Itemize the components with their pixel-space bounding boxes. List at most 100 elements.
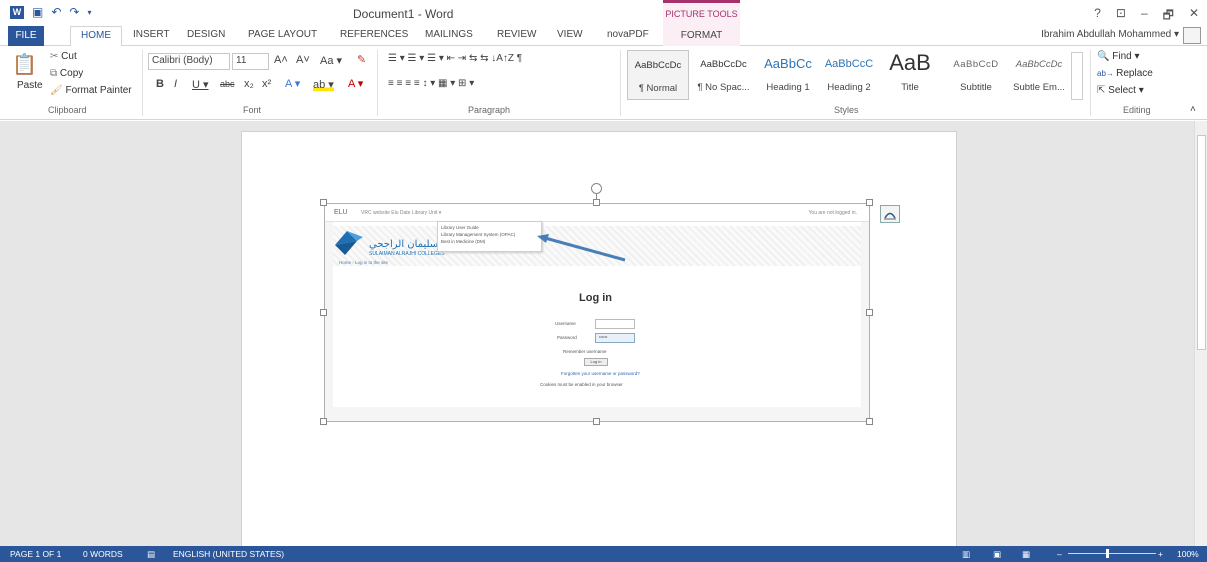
style-name: Title bbox=[901, 82, 919, 93]
style-sample: AaB bbox=[889, 50, 931, 75]
restore-icon[interactable]: 🗗 bbox=[1163, 6, 1174, 27]
style-sample: AaBbCcDc bbox=[1015, 59, 1063, 70]
scroll-thumb[interactable] bbox=[1197, 135, 1206, 350]
strikethrough-button[interactable]: abc bbox=[220, 79, 235, 89]
resize-handle[interactable] bbox=[866, 309, 873, 316]
forgot-password-link: Forgotten your username or password? bbox=[561, 371, 640, 376]
tab-novapdf[interactable]: novaPDF bbox=[607, 29, 649, 40]
redo-icon[interactable]: ↷ bbox=[69, 5, 79, 19]
page-count[interactable]: PAGE 1 OF 1 bbox=[10, 549, 61, 559]
rotate-handle-icon[interactable] bbox=[591, 183, 602, 194]
zoom-in-icon[interactable]: + bbox=[1158, 549, 1163, 559]
style-no-spacing[interactable]: AaBbCcDc ¶ No Spac... bbox=[692, 50, 755, 100]
layout-options-icon[interactable] bbox=[880, 205, 900, 223]
style-title[interactable]: AaB Title bbox=[880, 50, 940, 100]
select-label: Select ▾ bbox=[1108, 85, 1144, 96]
zoom-level[interactable]: 100% bbox=[1177, 549, 1199, 559]
font-size-dropdown[interactable]: 11 bbox=[232, 53, 269, 70]
tab-review[interactable]: REVIEW bbox=[497, 29, 536, 40]
read-mode-icon[interactable]: ▥ bbox=[962, 549, 970, 560]
word-logo-icon[interactable]: W bbox=[10, 5, 24, 19]
proofing-icon[interactable]: ▤ bbox=[147, 549, 155, 560]
collapse-ribbon-icon[interactable]: ˄ bbox=[1190, 104, 1196, 115]
language[interactable]: ENGLISH (UNITED STATES) bbox=[173, 549, 284, 559]
customize-qat-icon[interactable]: ▾ bbox=[87, 8, 91, 17]
undo-icon[interactable]: ↶ bbox=[51, 5, 61, 19]
paragraph-row-bottom[interactable]: ≡ ≡ ≡ ≡ ↕ ▾ ▦ ▾ ⊞ ▾ bbox=[388, 78, 474, 89]
user-account[interactable]: Ibrahim Abdullah Mohammed ▾ bbox=[1041, 29, 1179, 40]
shrink-font-button[interactable]: A˅ bbox=[296, 54, 310, 66]
resize-handle[interactable] bbox=[866, 418, 873, 425]
copy-button[interactable]: ⧉ Copy bbox=[50, 68, 83, 79]
tab-file[interactable]: FILE bbox=[8, 26, 44, 46]
clear-formatting-icon[interactable]: ✎ bbox=[357, 53, 366, 66]
italic-button[interactable]: I bbox=[174, 78, 177, 90]
separator bbox=[142, 50, 143, 116]
paste-icon[interactable]: 📋 bbox=[12, 52, 37, 77]
underline-button[interactable]: U ▾ bbox=[192, 78, 209, 91]
picture-breadcrumb: Home › Log in to the site bbox=[339, 260, 389, 265]
paragraph-row-top[interactable]: ☰ ▾ ☰ ▾ ☰ ▾ ⇤ ⇥ ⇆ ⇆ ↓A↑Z ¶ bbox=[388, 53, 522, 64]
text-effects-button[interactable]: A ▾ bbox=[285, 77, 300, 90]
copy-icon: ⧉ bbox=[50, 68, 60, 79]
zoom-out-icon[interactable]: – bbox=[1057, 549, 1062, 559]
help-icon[interactable]: ? bbox=[1094, 6, 1101, 27]
tab-insert[interactable]: INSERT bbox=[133, 29, 170, 40]
tab-references[interactable]: REFERENCES bbox=[340, 29, 408, 40]
resize-handle[interactable] bbox=[320, 199, 327, 206]
highlight-button[interactable]: ab ▾ bbox=[313, 78, 334, 91]
replace-label: Replace bbox=[1116, 68, 1153, 79]
college-logo-icon bbox=[335, 231, 363, 255]
resize-handle[interactable] bbox=[593, 418, 600, 425]
print-layout-icon[interactable]: ▣ bbox=[993, 549, 1001, 560]
picture-login-status: You are not logged in. bbox=[808, 210, 857, 216]
separator bbox=[1090, 50, 1091, 116]
tab-mailings[interactable]: MAILINGS bbox=[425, 29, 473, 40]
resize-handle[interactable] bbox=[320, 309, 327, 316]
tab-format[interactable]: FORMAT bbox=[663, 26, 740, 46]
style-name: Subtle Em... bbox=[1013, 82, 1065, 93]
minimize-icon[interactable]: – bbox=[1141, 6, 1148, 27]
superscript-button[interactable]: x² bbox=[262, 78, 271, 90]
tab-design[interactable]: DESIGN bbox=[187, 29, 225, 40]
ribbon-display-options-icon[interactable]: ⊡ bbox=[1116, 6, 1126, 27]
resize-handle[interactable] bbox=[593, 199, 600, 206]
vertical-scrollbar[interactable] bbox=[1194, 121, 1207, 546]
paste-button[interactable]: Paste bbox=[17, 80, 43, 91]
bold-button[interactable]: B bbox=[156, 78, 164, 90]
title-bar: W ▣ ↶ ↷ ▾ Document1 - Word PICTURE TOOLS… bbox=[0, 0, 1207, 26]
change-case-button[interactable]: Aa ▾ bbox=[320, 54, 342, 67]
avatar[interactable] bbox=[1183, 27, 1201, 44]
style-heading-2[interactable]: AaBbCcC Heading 2 bbox=[822, 50, 876, 100]
web-layout-icon[interactable]: ▦ bbox=[1022, 549, 1030, 560]
resize-handle[interactable] bbox=[320, 418, 327, 425]
font-family-dropdown[interactable]: Calibri (Body) bbox=[148, 53, 230, 70]
word-count[interactable]: 0 WORDS bbox=[83, 549, 123, 559]
select-button[interactable]: ⇱ Select ▾ bbox=[1097, 85, 1144, 96]
zoom-slider[interactable] bbox=[1068, 553, 1156, 554]
close-icon[interactable]: ✕ bbox=[1189, 6, 1199, 27]
tab-home[interactable]: HOME bbox=[70, 26, 122, 47]
styles-gallery-scroll[interactable] bbox=[1071, 52, 1083, 100]
ribbon: 📋 Paste ✂ Cut ⧉ Copy 🖌 Format Painter Cl… bbox=[0, 46, 1207, 120]
save-icon[interactable]: ▣ bbox=[32, 5, 43, 19]
style-subtitle[interactable]: AaBbCcD Subtitle bbox=[946, 50, 1006, 100]
username-field bbox=[595, 319, 635, 329]
style-normal[interactable]: AaBbCcDc ¶ Normal bbox=[627, 50, 689, 100]
format-painter-button[interactable]: 🖌 Format Painter bbox=[50, 85, 132, 96]
styles-group-label: Styles bbox=[834, 105, 859, 115]
resize-handle[interactable] bbox=[866, 199, 873, 206]
subscript-button[interactable]: x₂ bbox=[244, 78, 254, 90]
replace-button[interactable]: ab→ Replace bbox=[1097, 68, 1153, 79]
find-button[interactable]: 🔍 Find ▾ bbox=[1097, 51, 1140, 62]
grow-font-button[interactable]: A˄ bbox=[274, 54, 288, 66]
style-sample: AaBbCc bbox=[764, 56, 812, 71]
tab-view[interactable]: VIEW bbox=[557, 29, 583, 40]
style-heading-1[interactable]: AaBbCc Heading 1 bbox=[757, 50, 819, 100]
tab-page-layout[interactable]: PAGE LAYOUT bbox=[248, 29, 317, 40]
zoom-slider-thumb[interactable] bbox=[1106, 549, 1109, 558]
style-subtle-emphasis[interactable]: AaBbCcDc Subtle Em... bbox=[1010, 50, 1068, 100]
cut-button[interactable]: ✂ Cut bbox=[50, 51, 77, 62]
inserted-picture[interactable]: ELU VRC website Elu Date Library Unit ▾ … bbox=[324, 203, 870, 422]
font-color-button[interactable]: A ▾ bbox=[348, 77, 363, 90]
